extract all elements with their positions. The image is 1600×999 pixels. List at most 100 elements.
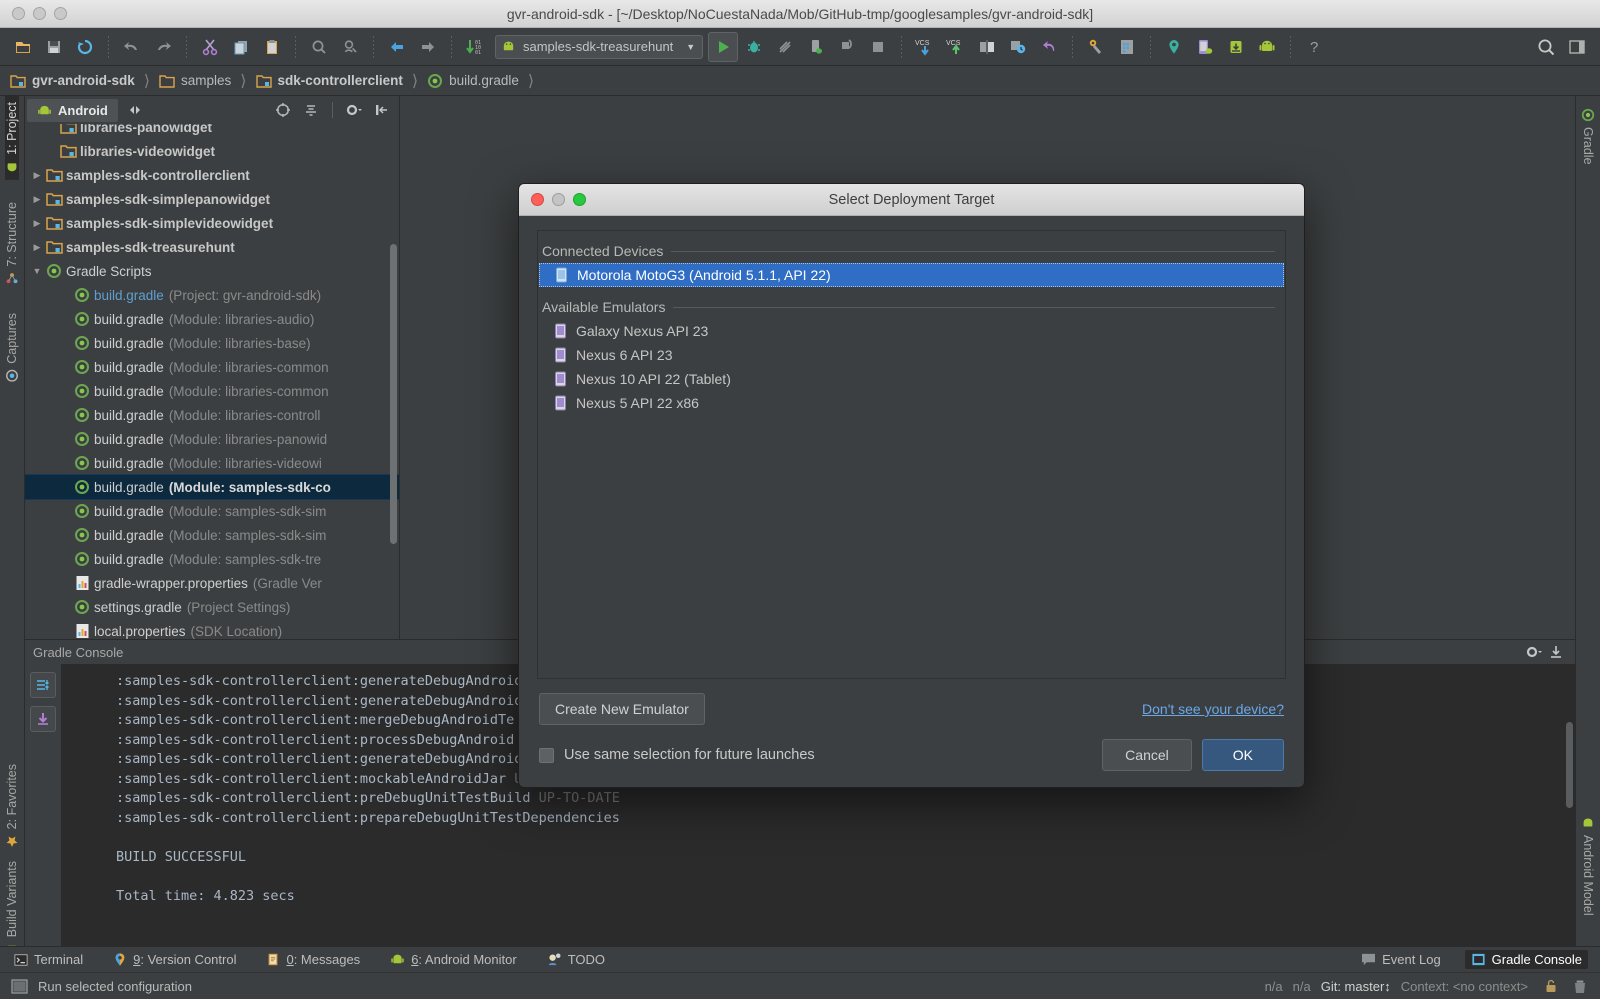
find-icon[interactable]	[304, 32, 334, 62]
paste-icon[interactable]	[257, 32, 287, 62]
tree-row[interactable]: build.gradle (Module: samples-sdk-tre	[25, 547, 399, 571]
use-same-selection-checkbox[interactable]	[539, 747, 554, 763]
create-new-emulator-button[interactable]: Create New Emulator	[539, 693, 705, 725]
sync-icon[interactable]	[70, 32, 100, 62]
help-icon[interactable]: ?	[1299, 32, 1329, 62]
vcs-update-icon[interactable]: VCS	[910, 32, 940, 62]
vcs-commit-icon[interactable]: VCS	[941, 32, 971, 62]
tree-row[interactable]: build.gradle (Module: libraries-base)	[25, 331, 399, 355]
find-usages-icon[interactable]	[335, 32, 365, 62]
tree-row[interactable]: build.gradle (Module: samples-sdk-sim	[25, 523, 399, 547]
expand-collapse-icon[interactable]	[124, 99, 146, 121]
sidebar-item-favorites[interactable]: 2: Favorites	[5, 758, 19, 854]
device-list-item[interactable]: Motorola MotoG3 (Android 5.1.1, API 22)	[539, 263, 1284, 287]
tree-row[interactable]: build.gradle (Module: libraries-videowi	[25, 451, 399, 475]
device-list-item[interactable]: Nexus 6 API 23	[538, 343, 1285, 367]
attach-debugger-icon[interactable]	[801, 32, 831, 62]
console-scrollbar[interactable]	[1566, 722, 1573, 808]
breadcrumb-item-0[interactable]: gvr-android-sdk	[10, 73, 135, 88]
device-list-item[interactable]: Nexus 10 API 22 (Tablet)	[538, 367, 1285, 391]
avd-manager-icon[interactable]	[1190, 32, 1220, 62]
tree-expand-arrow[interactable]: ▶	[29, 218, 45, 229]
bottom-tab-version-control[interactable]: 9: Version Control	[107, 950, 242, 969]
forward-icon[interactable]	[413, 32, 443, 62]
settings-gear-icon[interactable]	[343, 99, 365, 121]
diff-icon[interactable]	[972, 32, 1002, 62]
tree-expand-arrow[interactable]: ▶	[29, 170, 45, 181]
redo-icon[interactable]	[148, 32, 178, 62]
project-tree-scrollbar[interactable]	[390, 244, 397, 544]
breadcrumb-item-3[interactable]: build.gradle	[427, 73, 519, 89]
sidebar-item-android-model[interactable]: Android Model	[1581, 810, 1595, 922]
export-icon[interactable]	[1545, 641, 1567, 663]
bottom-tab-gradle-console[interactable]: Gradle Console	[1464, 950, 1588, 969]
bottom-tab-todo[interactable]: TODO	[541, 950, 611, 969]
open-folder-icon[interactable]	[8, 32, 38, 62]
compile-icon[interactable]: 01 10 01	[460, 32, 490, 62]
collapse-all-icon[interactable]	[300, 99, 322, 121]
hide-icon[interactable]	[371, 99, 393, 121]
tree-row[interactable]: ▶ samples-sdk-simplevideowidget	[25, 211, 399, 235]
tree-row[interactable]: libraries-panowidget	[25, 124, 399, 139]
save-all-icon[interactable]	[39, 32, 69, 62]
bottom-tab-messages[interactable]: 0: Messages	[260, 950, 366, 969]
dont-see-device-link[interactable]: Don't see your device?	[1142, 701, 1284, 717]
tree-row[interactable]: build.gradle (Module: libraries-panowid	[25, 427, 399, 451]
tree-row[interactable]: build.gradle (Module: libraries-common	[25, 355, 399, 379]
debug-icon[interactable]	[739, 32, 769, 62]
settings-gear-icon[interactable]	[1523, 641, 1545, 663]
search-everywhere-icon[interactable]	[1531, 32, 1561, 62]
sidebar-item-captures[interactable]: Captures	[5, 307, 19, 389]
status-git-branch[interactable]: Git: master↕	[1321, 979, 1391, 994]
cancel-button[interactable]: Cancel	[1102, 739, 1192, 771]
sdk-manager-icon[interactable]	[1159, 32, 1189, 62]
sdk-download-icon[interactable]	[1221, 32, 1251, 62]
trash-icon[interactable]	[1572, 978, 1588, 995]
bottom-tab-android-monitor[interactable]: 6: Android Monitor	[384, 950, 523, 969]
ok-button[interactable]: OK	[1201, 739, 1284, 771]
device-list-item[interactable]: Galaxy Nexus API 23	[538, 319, 1285, 343]
tree-expand-arrow[interactable]: ▼	[29, 266, 45, 276]
android-icon[interactable]	[1252, 32, 1282, 62]
undo-icon[interactable]	[117, 32, 147, 62]
tree-row[interactable]: gradle-wrapper.properties (Gradle Ver	[25, 571, 399, 595]
history-icon[interactable]	[1003, 32, 1033, 62]
project-tree[interactable]: libraries-panowidget libraries-videowidge…	[25, 124, 399, 639]
project-structure-icon[interactable]	[1112, 32, 1142, 62]
tree-row[interactable]: ▶ samples-sdk-simplepanowidget	[25, 187, 399, 211]
tree-row[interactable]: settings.gradle (Project Settings)	[25, 595, 399, 619]
coverage-icon[interactable]	[770, 32, 800, 62]
target-icon[interactable]	[272, 99, 294, 121]
sidebar-item-structure[interactable]: 7: Structure	[5, 196, 19, 292]
tree-row[interactable]: ▶ samples-sdk-treasurehunt	[25, 235, 399, 259]
bottom-tab-terminal[interactable]: Terminal	[8, 950, 89, 969]
revert-icon[interactable]	[1034, 32, 1064, 62]
device-list-item[interactable]: Nexus 5 API 22 x86	[538, 391, 1285, 415]
run-icon[interactable]	[708, 31, 739, 62]
bottom-tab-event-log[interactable]: Event Log	[1355, 950, 1447, 969]
cut-icon[interactable]	[195, 32, 225, 62]
stop-icon[interactable]	[863, 32, 893, 62]
tree-row[interactable]: build.gradle (Module: libraries-common	[25, 379, 399, 403]
tab-android[interactable]: Android	[27, 98, 118, 122]
copy-icon[interactable]	[226, 32, 256, 62]
tree-expand-arrow[interactable]: ▶	[29, 242, 45, 253]
back-icon[interactable]	[382, 32, 412, 62]
layout-icon[interactable]	[1562, 32, 1592, 62]
tree-row[interactable]: ▶ samples-sdk-controllerclient	[25, 163, 399, 187]
scroll-to-end-icon[interactable]	[30, 706, 56, 732]
tree-expand-arrow[interactable]: ▶	[29, 194, 45, 205]
tree-row[interactable]: build.gradle (Module: samples-sdk-co	[25, 474, 399, 500]
tree-row[interactable]: ▼ Gradle Scripts	[25, 259, 399, 283]
settings-icon[interactable]	[1081, 32, 1111, 62]
lock-icon[interactable]	[1544, 978, 1558, 994]
breadcrumb-item-2[interactable]: sdk-controllerclient	[255, 73, 403, 88]
breadcrumb-item-1[interactable]: samples	[159, 73, 231, 88]
chevron-down-icon[interactable]: ▼	[686, 42, 695, 52]
rerun-icon[interactable]	[832, 32, 862, 62]
tree-row[interactable]: local.properties (SDK Location)	[25, 619, 399, 639]
tree-row[interactable]: build.gradle (Module: libraries-audio)	[25, 307, 399, 331]
tree-row[interactable]: build.gradle (Project: gvr-android-sdk)	[25, 283, 399, 307]
tree-row[interactable]: libraries-videowidget	[25, 139, 399, 163]
tree-row[interactable]: build.gradle (Module: libraries-controll	[25, 403, 399, 427]
